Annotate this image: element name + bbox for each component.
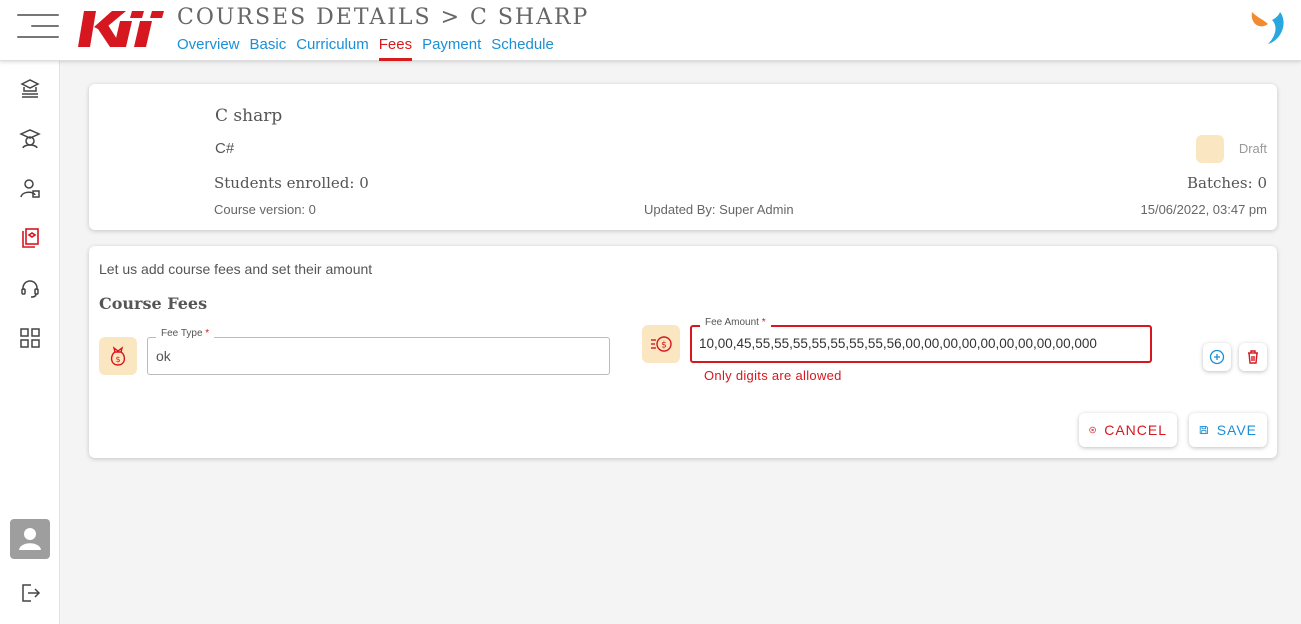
course-fees-card: Let us add course fees and set their amo… [89, 246, 1277, 458]
fee-amount-label: Fee Amount * [700, 317, 771, 328]
updated-date: 15/06/2022, 03:47 pm [1140, 202, 1268, 217]
fee-type-input[interactable] [156, 348, 603, 364]
cancel-circle-icon [1089, 426, 1096, 434]
updated-by: Updated By: Super Admin [644, 202, 794, 217]
fee-amount-field[interactable]: Fee Amount * [690, 317, 1152, 363]
save-button[interactable]: SAVE [1189, 413, 1267, 447]
batches-count: Batches: 0 [1187, 174, 1267, 192]
avatar-icon [19, 528, 41, 550]
sidebar [0, 61, 60, 624]
students-enrolled: Students enrolled: 0 [214, 174, 369, 192]
save-label: SAVE [1216, 422, 1257, 438]
cancel-button[interactable]: CANCEL [1079, 413, 1177, 447]
page-title: COURSES DETAILS > C SHARP [177, 5, 590, 30]
delete-fee-button[interactable] [1239, 343, 1267, 371]
course-code: C# [215, 140, 235, 157]
money-bag-icon: $ [110, 346, 126, 366]
course-summary-card: C sharp C# Draft Students enrolled: 0 Ba… [89, 84, 1277, 230]
brand-swirl-icon [1251, 12, 1284, 44]
add-fee-button[interactable] [1203, 343, 1231, 371]
menu-icon[interactable] [17, 14, 59, 38]
fee-amount-input[interactable] [699, 336, 1144, 351]
kii-logo [78, 11, 164, 47]
fee-type-label: Fee Type * [156, 328, 215, 339]
dashboard-grid-icon[interactable] [19, 327, 41, 349]
course-name: C sharp [215, 106, 283, 126]
status-label: Draft [1238, 141, 1267, 156]
fee-amount-error: Only digits are allowed [704, 368, 842, 383]
tab-payment[interactable]: Payment [422, 36, 481, 61]
tab-basic[interactable]: Basic [250, 36, 287, 61]
top-header: COURSES DETAILS > C SHARP Overview Basic… [0, 0, 1301, 61]
headset-support-icon[interactable] [19, 277, 41, 299]
tab-curriculum[interactable]: Curriculum [296, 36, 369, 61]
save-disk-icon [1199, 425, 1208, 435]
course-tabs: Overview Basic Curriculum Fees Payment S… [177, 36, 554, 61]
fee-type-field[interactable]: Fee Type * [147, 328, 610, 375]
fees-intro-text: Let us add course fees and set their amo… [99, 261, 373, 277]
course-book-icon[interactable] [19, 227, 41, 249]
fee-type-chip: $ [99, 337, 137, 375]
course-version: Course version: 0 [214, 202, 316, 217]
tab-overview[interactable]: Overview [177, 36, 240, 61]
trash-icon [1248, 350, 1258, 364]
graduate-icon[interactable] [19, 127, 41, 149]
cancel-label: CANCEL [1104, 422, 1167, 438]
avatar[interactable] [10, 519, 50, 559]
courses-stack-icon[interactable] [19, 77, 41, 99]
plus-circle-icon [1209, 349, 1225, 365]
user-admin-icon[interactable] [19, 177, 41, 199]
status-badge [1196, 135, 1224, 163]
course-fees-heading: Course Fees [99, 294, 208, 313]
svg-text:$: $ [115, 355, 120, 364]
tab-schedule[interactable]: Schedule [491, 36, 554, 61]
logout-icon[interactable] [19, 582, 41, 604]
money-fast-icon: $ [651, 336, 672, 352]
fee-amount-chip: $ [642, 325, 680, 363]
svg-text:$: $ [661, 341, 667, 351]
tab-fees[interactable]: Fees [378, 36, 413, 61]
